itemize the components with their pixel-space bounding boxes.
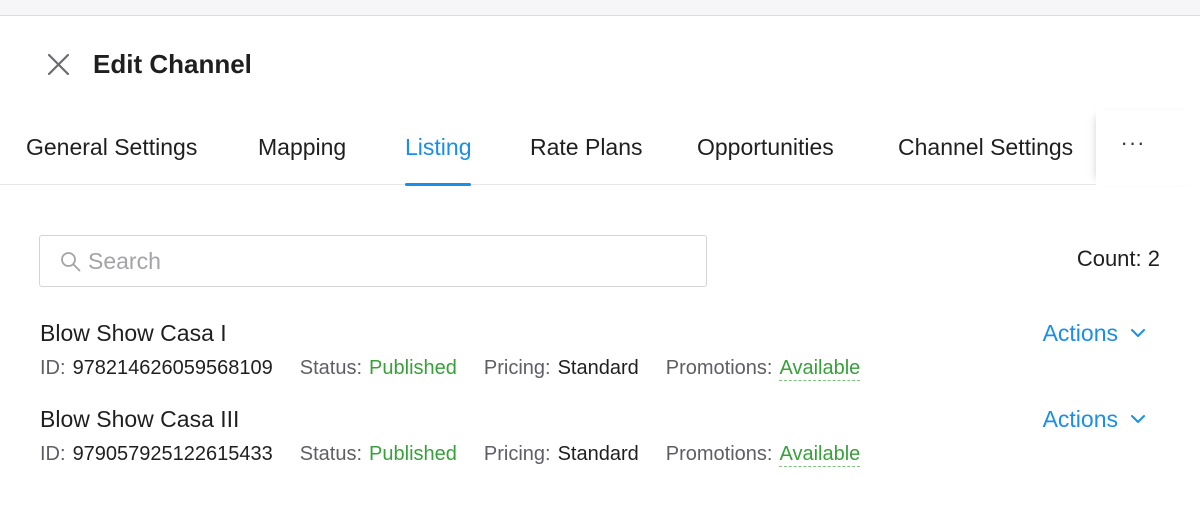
tab-mapping[interactable]: Mapping (258, 110, 346, 185)
more-tabs-button[interactable]: ··· (1096, 110, 1200, 185)
actions-dropdown[interactable]: Actions (1043, 320, 1146, 347)
chevron-down-icon (1131, 415, 1145, 423)
actions-label: Actions (1042, 406, 1118, 432)
close-icon (47, 53, 70, 76)
listing-pricing: Pricing: Standard (483, 357, 639, 379)
actions-label: Actions (1042, 320, 1118, 346)
listing-status: Status: Published (299, 443, 457, 465)
listing-id: ID: 979057925122615433 (40, 443, 273, 465)
listing-promotions: Promotions: Available (665, 357, 861, 381)
list-item: Blow Show Casa I ID: 978214626059568109 S… (39, 320, 1160, 390)
actions-dropdown[interactable]: Actions (1043, 406, 1146, 433)
search-icon (61, 252, 81, 272)
tab-channel-settings[interactable]: Channel Settings (898, 110, 1073, 185)
status-badge: Published (369, 443, 457, 465)
listing-status: Status: Published (299, 357, 457, 379)
list-item: Blow Show Casa III ID: 979057925122615433… (39, 406, 1160, 476)
close-button[interactable] (44, 50, 74, 80)
status-badge: Published (369, 357, 457, 379)
tab-opportunities[interactable]: Opportunities (697, 110, 834, 185)
listing-name: Blow Show Casa I (40, 320, 227, 346)
listing-promotions: Promotions: Available (665, 443, 861, 467)
tab-bar: General Settings Mapping Listing Rate Pl… (0, 110, 1200, 186)
listing-id: ID: 978214626059568109 (40, 357, 273, 379)
tab-general-settings[interactable]: General Settings (26, 110, 197, 185)
listing-pricing: Pricing: Standard (483, 443, 639, 465)
tab-listing[interactable]: Listing (405, 110, 472, 186)
search-box[interactable] (39, 235, 707, 287)
listing-name: Blow Show Casa III (40, 406, 240, 432)
more-icon: ··· (1120, 130, 1146, 155)
dialog-header: Edit Channel (0, 16, 1200, 110)
promotions-link[interactable]: Available (779, 443, 861, 467)
page-title: Edit Channel (93, 49, 252, 79)
chevron-down-icon (1131, 329, 1145, 337)
listing-meta: ID: 978214626059568109 Status: Published P… (40, 357, 887, 381)
tab-rate-plans[interactable]: Rate Plans (530, 110, 643, 185)
listing-meta: ID: 979057925122615433 Status: Published P… (40, 443, 887, 467)
search-input[interactable] (88, 244, 688, 278)
top-strip (0, 0, 1200, 16)
listing-count: Count: 2 (1076, 246, 1160, 271)
promotions-link[interactable]: Available (779, 357, 861, 381)
